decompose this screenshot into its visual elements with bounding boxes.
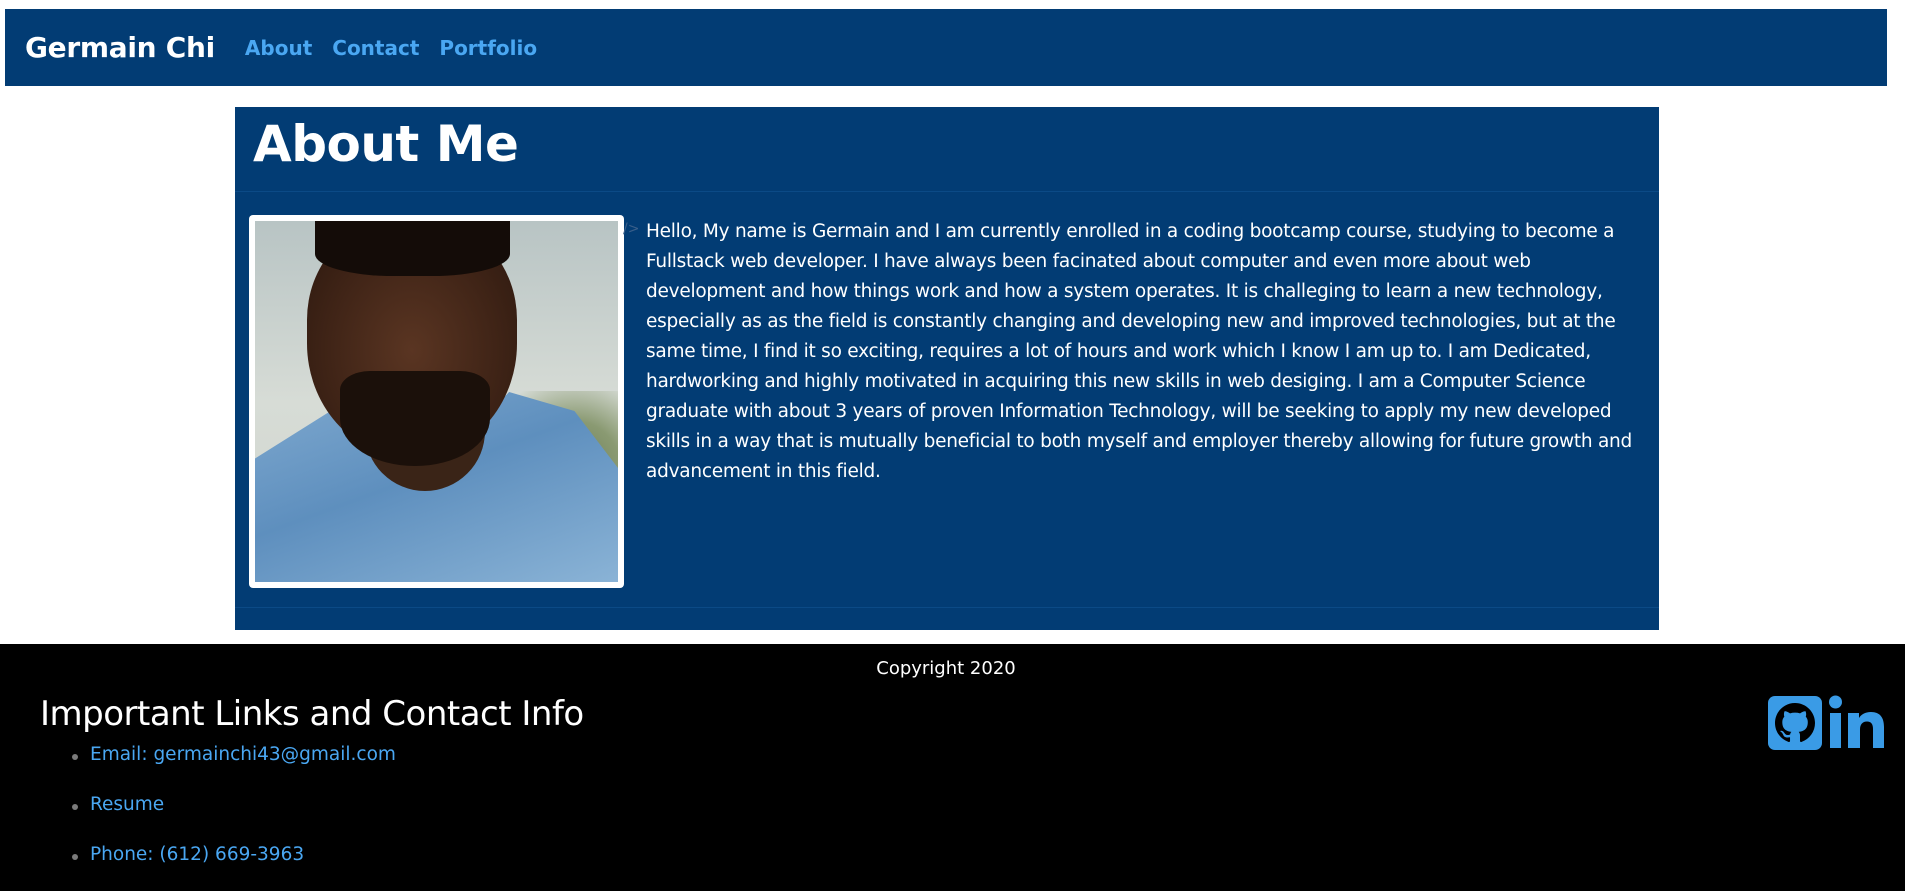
nav-link-about[interactable]: About — [245, 36, 312, 60]
footer-title: Important Links and Contact Info — [40, 694, 584, 734]
photo-beard — [340, 371, 490, 466]
copyright-text: Copyright 2020 — [876, 658, 1016, 679]
social-links — [1768, 694, 1890, 750]
brand-logo[interactable]: Germain Chi — [25, 31, 215, 64]
profile-photo — [255, 221, 618, 582]
about-title: About Me — [253, 115, 519, 173]
github-icon[interactable] — [1768, 696, 1822, 750]
profile-photo-frame — [249, 215, 624, 588]
contact-email-link[interactable]: Email: germainchi43@gmail.com — [72, 744, 396, 794]
about-divider-bottom — [235, 607, 1659, 608]
about-card: About Me /> Hello, My name is Germain an… — [235, 107, 1659, 630]
about-divider-top — [235, 191, 1659, 192]
linkedin-icon[interactable] — [1828, 694, 1890, 750]
contact-resume-link[interactable]: Resume — [72, 794, 396, 844]
stray-tag-text: /> — [623, 221, 640, 237]
navbar: Germain Chi About Contact Portfolio — [5, 9, 1887, 86]
footer: Copyright 2020 Important Links and Conta… — [0, 644, 1905, 891]
photo-hair — [315, 221, 510, 276]
contact-list: Email: germainchi43@gmail.com Resume Pho… — [72, 744, 396, 894]
about-bio: Hello, My name is Germain and I am curre… — [646, 221, 1633, 482]
nav-link-contact[interactable]: Contact — [332, 36, 419, 60]
contact-phone-link[interactable]: Phone: (612) 669-3963 — [72, 844, 396, 894]
nav-link-portfolio[interactable]: Portfolio — [439, 36, 537, 60]
